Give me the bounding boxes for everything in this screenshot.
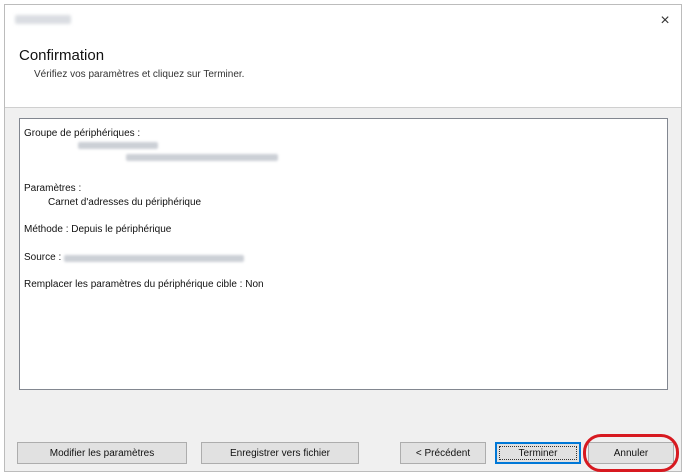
save-to-file-button[interactable]: Enregistrer vers fichier <box>201 442 359 464</box>
window-title-redacted <box>15 15 71 24</box>
device-group-label: Groupe de périphériques : <box>24 128 141 139</box>
wizard-header: Confirmation Vérifiez vos paramètres et … <box>5 35 681 108</box>
device-address-redacted <box>126 154 278 161</box>
source-label: Source : <box>24 252 62 263</box>
cancel-highlight-ring <box>583 434 679 472</box>
device-group-name-redacted <box>78 142 158 149</box>
summary-panel[interactable]: Groupe de périphériques : Paramètres : C… <box>19 118 668 390</box>
page-title: Confirmation <box>19 47 105 64</box>
close-icon[interactable]: × <box>653 9 677 33</box>
button-bar: Modifier les paramètres Enregistrer vers… <box>5 429 681 467</box>
finish-button[interactable]: Terminer <box>495 442 581 464</box>
wizard-dialog: × Confirmation Vérifiez vos paramètres e… <box>4 4 682 472</box>
page-subtitle: Vérifiez vos paramètres et cliquez sur T… <box>34 69 245 80</box>
modify-settings-button[interactable]: Modifier les paramètres <box>17 442 187 464</box>
replace-setting-line: Remplacer les paramètres du périphérique… <box>24 279 264 290</box>
focus-rectangle <box>499 446 577 460</box>
source-redacted <box>64 255 244 262</box>
method-line: Méthode : Depuis le périphérique <box>24 224 172 235</box>
settings-label: Paramètres : <box>24 183 82 194</box>
settings-value: Carnet d'adresses du périphérique <box>48 197 202 208</box>
previous-button[interactable]: < Précédent <box>400 442 486 464</box>
title-bar: × <box>5 5 681 35</box>
